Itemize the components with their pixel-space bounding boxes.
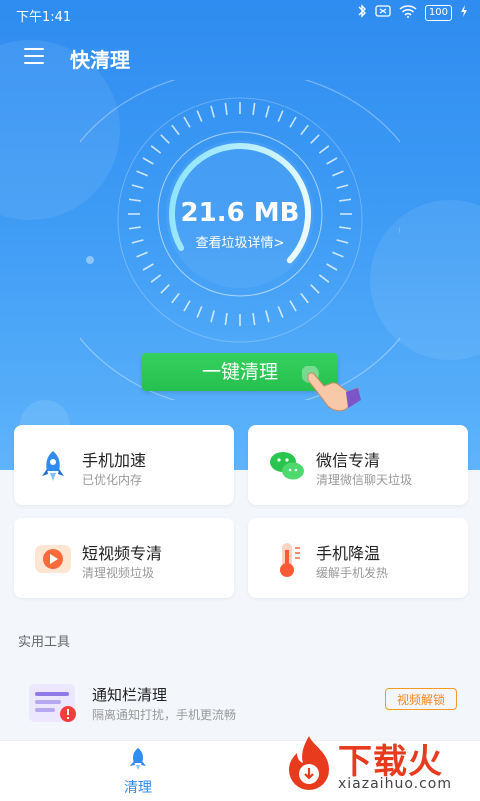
card-subtitle: 缓解手机发热 bbox=[316, 566, 389, 580]
rocket-icon bbox=[34, 447, 72, 485]
dial-tick bbox=[171, 124, 180, 136]
video-unlock-button[interactable]: 视频解锁 bbox=[385, 688, 457, 710]
battery-icon: 100 bbox=[424, 4, 452, 21]
dial-tick bbox=[210, 105, 215, 118]
dial-tick bbox=[277, 110, 284, 122]
watermark-logo: 下载火 xiazaihuo.com bbox=[278, 732, 478, 800]
dial-tick bbox=[136, 251, 148, 258]
charging-icon bbox=[460, 5, 468, 20]
dial-tick bbox=[289, 116, 297, 128]
dial-tick bbox=[196, 306, 203, 318]
tool-subtitle: 隔离通知打扰，手机更流畅 bbox=[92, 708, 237, 722]
notification-bar-icon bbox=[28, 682, 76, 722]
nav-item-clean[interactable]: 清理 bbox=[108, 747, 168, 797]
tool-notification-clean[interactable]: 通知栏清理 隔离通知打扰，手机更流畅 视频解锁 bbox=[0, 662, 480, 740]
dial-tick bbox=[196, 110, 203, 122]
dial-tick bbox=[224, 102, 228, 115]
card-subtitle: 清理微信聊天垃圾 bbox=[316, 473, 413, 487]
dial-tick bbox=[336, 184, 349, 189]
card-title: 手机加速 bbox=[82, 451, 147, 470]
dial-tick bbox=[265, 105, 270, 118]
dial-tick bbox=[310, 284, 320, 294]
card-subtitle: 清理视频垃圾 bbox=[82, 566, 155, 580]
video-play-icon bbox=[34, 540, 72, 578]
dial-tick bbox=[160, 284, 170, 294]
bluetooth-icon bbox=[357, 4, 367, 21]
dial-tick bbox=[300, 292, 309, 304]
dial-tick bbox=[332, 170, 344, 177]
tool-title: 通知栏清理 bbox=[92, 686, 168, 704]
sim-off-icon bbox=[375, 5, 391, 20]
card-title: 微信专清 bbox=[316, 451, 381, 470]
status-time: 下午1:41 bbox=[16, 10, 72, 25]
dial-tick bbox=[300, 124, 309, 136]
dial-tick bbox=[150, 274, 162, 283]
dial-tick bbox=[252, 313, 256, 326]
app-title: 快清理 bbox=[70, 48, 130, 72]
dial-tick bbox=[318, 274, 330, 283]
dial-tick bbox=[183, 300, 191, 312]
dial-tick bbox=[142, 263, 154, 271]
dial-tick bbox=[160, 134, 170, 144]
dial-tick bbox=[131, 184, 144, 189]
card-title: 手机降温 bbox=[316, 544, 381, 563]
dial-tick bbox=[277, 306, 284, 318]
dial-tick bbox=[252, 102, 256, 115]
clean-rocket-icon bbox=[127, 748, 149, 775]
app-bar: 快清理 bbox=[0, 40, 480, 76]
pointing-hand-icon bbox=[301, 365, 362, 412]
dial-tick bbox=[289, 300, 297, 312]
dial-tick bbox=[265, 310, 270, 323]
card-subtitle: 已优化内存 bbox=[82, 473, 143, 487]
card-phone-cooling[interactable]: 手机降温 缓解手机发热 bbox=[248, 518, 468, 598]
dial-tick bbox=[150, 145, 162, 154]
dial-tick bbox=[142, 157, 154, 165]
flame-logo-icon bbox=[282, 734, 336, 800]
status-bar: 下午1:41 100 bbox=[0, 0, 480, 28]
wechat-icon bbox=[268, 447, 306, 485]
dial-tick bbox=[332, 251, 344, 258]
card-phone-boost[interactable]: 手机加速 已优化内存 bbox=[14, 425, 234, 505]
card-title: 短视频专清 bbox=[82, 544, 163, 563]
dial-tick bbox=[136, 170, 148, 177]
card-wechat-clean[interactable]: 微信专清 清理微信聊天垃圾 bbox=[248, 425, 468, 505]
hero-panel: 下午1:41 100 快清理 21.6 MB 查看垃圾详情> 一键清理 bbox=[0, 0, 480, 470]
tools-section-title: 实用工具 bbox=[18, 635, 71, 650]
wifi-icon bbox=[399, 4, 417, 21]
junk-size: 21.6 MB bbox=[180, 198, 300, 228]
junk-details-link[interactable]: 查看垃圾详情> bbox=[80, 232, 400, 251]
watermark-url: xiazaihuo.com bbox=[338, 776, 452, 792]
dial-tick bbox=[310, 134, 320, 144]
junk-dial[interactable]: 21.6 MB 查看垃圾详情> bbox=[80, 80, 400, 400]
dial-tick bbox=[326, 157, 338, 165]
dial-tick bbox=[171, 292, 180, 304]
dial-tick bbox=[326, 263, 338, 271]
card-short-video-clean[interactable]: 短视频专清 清理视频垃圾 bbox=[14, 518, 234, 598]
menu-icon[interactable] bbox=[24, 48, 44, 64]
dial-tick bbox=[224, 313, 228, 326]
status-icons: 100 bbox=[357, 4, 468, 21]
dial-tick bbox=[183, 116, 191, 128]
dial-tick bbox=[210, 310, 215, 323]
dial-tick bbox=[318, 145, 330, 154]
thermometer-icon bbox=[268, 540, 306, 578]
nav-label: 清理 bbox=[124, 780, 152, 796]
